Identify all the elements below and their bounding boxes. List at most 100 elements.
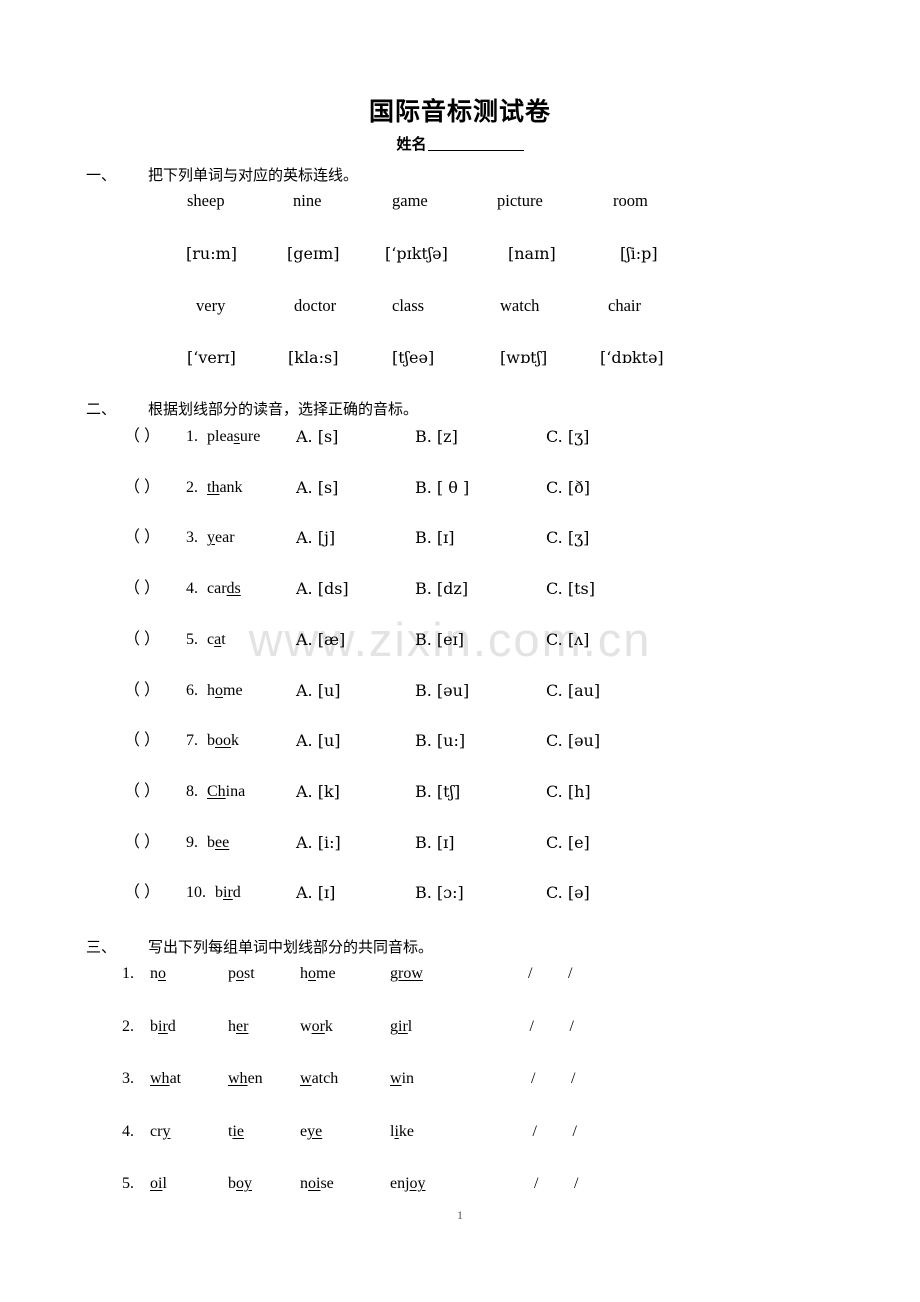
option-a[interactable]: A. [u]	[296, 733, 341, 749]
match-ipa[interactable]: [ʃi:p]	[620, 246, 658, 262]
section-1-number: 一、	[86, 166, 117, 184]
option-b[interactable]: B. [ɔ:]	[415, 885, 464, 901]
match-word[interactable]: sheep	[187, 192, 225, 210]
underlined-part: ie	[232, 1122, 244, 1140]
question-number: 3.	[186, 529, 198, 547]
match-ipa[interactable]: [‘dɒktə]	[600, 350, 664, 366]
word-suffix: d	[167, 1017, 176, 1035]
answer-bracket[interactable]: （ ）	[124, 885, 160, 901]
answer-bracket[interactable]: （ ）	[124, 733, 160, 749]
option-b[interactable]: B. [ θ ]	[415, 479, 469, 496]
option-a[interactable]: A. [i:]	[296, 834, 341, 851]
option-a[interactable]: A. [j]	[296, 530, 335, 546]
option-c[interactable]: C. [au]	[546, 682, 600, 699]
section-3-heading: 三、 写出下列每组单词中划线部分的共同音标。	[86, 936, 433, 957]
option-c[interactable]: C. [ð]	[546, 479, 590, 496]
word-prefix: b	[215, 884, 223, 902]
match-word[interactable]: watch	[500, 297, 539, 315]
option-a[interactable]: A. [ds]	[296, 581, 349, 597]
word-suffix: k	[324, 1017, 333, 1035]
option-a[interactable]: A. [æ]	[296, 631, 345, 648]
match-ipa[interactable]: [geɪm]	[287, 246, 339, 262]
word-suffix: se	[320, 1175, 334, 1193]
option-b[interactable]: B. [əu]	[415, 682, 469, 699]
word-prefix: g	[390, 1017, 398, 1035]
option-a[interactable]: A. [s]	[296, 429, 338, 445]
question-word: bird	[215, 885, 241, 901]
match-word[interactable]: doctor	[294, 297, 336, 315]
match-word[interactable]: class	[392, 297, 424, 315]
match-ipa[interactable]: [naɪn]	[508, 246, 556, 262]
word-prefix: cr	[150, 1122, 163, 1140]
group-word: no	[150, 966, 166, 982]
match-word[interactable]: game	[392, 192, 428, 210]
page-number: 1	[457, 1208, 463, 1222]
match-word[interactable]: room	[613, 192, 648, 210]
answer-slash[interactable]: /	[573, 1123, 577, 1140]
option-b[interactable]: B. [tʃ]	[415, 783, 460, 800]
answer-bracket[interactable]: （ ）	[124, 834, 160, 851]
option-a[interactable]: A. [k]	[296, 783, 340, 800]
option-b[interactable]: B. [eɪ]	[415, 631, 464, 648]
answer-slash[interactable]: /	[530, 1018, 534, 1035]
name-blank[interactable]	[427, 150, 524, 151]
question-word: China	[207, 783, 245, 800]
match-ipa[interactable]: [tʃeə]	[392, 350, 434, 366]
word-prefix: h	[228, 1017, 236, 1035]
word-suffix: en	[247, 1070, 263, 1088]
answer-slash[interactable]: /	[574, 1176, 578, 1192]
question-number: 5.	[186, 630, 198, 648]
answer-bracket[interactable]: （ ）	[124, 631, 160, 648]
match-ipa[interactable]: [‘pɪktʃə]	[385, 246, 448, 262]
answer-slash[interactable]: /	[533, 1123, 537, 1140]
option-b[interactable]: B. [z]	[415, 429, 458, 445]
word-prefix: b	[150, 1017, 158, 1035]
match-ipa[interactable]: [wɒtʃ]	[500, 350, 547, 366]
option-a[interactable]: A. [s]	[296, 479, 338, 496]
answer-bracket[interactable]: （ ）	[124, 682, 160, 699]
underlined-part: y	[207, 529, 215, 547]
option-b[interactable]: B. [u:]	[415, 733, 465, 749]
answer-slash[interactable]: /	[570, 1018, 574, 1035]
option-a[interactable]: A. [ɪ]	[296, 885, 335, 901]
answer-bracket[interactable]: （ ）	[124, 783, 160, 800]
option-c[interactable]: C. [əu]	[546, 733, 600, 749]
match-ipa[interactable]: [ru:m]	[186, 246, 237, 262]
option-c[interactable]: C. [h]	[546, 783, 591, 800]
underlined-part: ir	[223, 884, 233, 902]
group-number: 2.	[122, 1017, 134, 1035]
word-suffix: me	[316, 965, 336, 982]
option-c[interactable]: C. [ə]	[546, 885, 590, 901]
option-c[interactable]: C. [ʒ]	[546, 429, 589, 445]
answer-bracket[interactable]: （ ）	[124, 479, 160, 496]
option-c[interactable]: C. [ʒ]	[546, 530, 589, 546]
option-a[interactable]: A. [u]	[296, 682, 341, 699]
match-word[interactable]: picture	[497, 192, 543, 210]
answer-bracket[interactable]: （ ）	[124, 530, 160, 546]
group-number: 5.	[122, 1175, 134, 1193]
option-c[interactable]: C. [ʌ]	[546, 631, 589, 648]
answer-bracket[interactable]: （ ）	[124, 581, 160, 597]
match-ipa[interactable]: [‘verɪ]	[187, 350, 236, 366]
answer-slash[interactable]: /	[534, 1176, 538, 1192]
option-b[interactable]: B. [ɪ]	[415, 834, 455, 851]
word-suffix: d	[232, 884, 241, 902]
option-c[interactable]: C. [e]	[546, 834, 590, 851]
match-word[interactable]: chair	[608, 297, 641, 315]
question-word: pleasure	[207, 429, 260, 445]
underlined-part: wh	[228, 1070, 248, 1088]
option-b[interactable]: B. [ɪ]	[415, 530, 455, 546]
answer-slash[interactable]: /	[528, 966, 532, 982]
answer-bracket[interactable]: （ ）	[124, 429, 160, 445]
answer-slash[interactable]: /	[571, 1071, 575, 1087]
option-b[interactable]: B. [dz]	[415, 581, 468, 597]
underlined-part: th	[207, 478, 220, 496]
underlined-part: w	[390, 1070, 402, 1088]
match-word[interactable]: nine	[293, 192, 321, 210]
answer-slash[interactable]: /	[568, 966, 572, 982]
match-ipa[interactable]: [kla:s]	[288, 350, 338, 366]
option-c[interactable]: C. [ts]	[546, 581, 595, 597]
answer-slash[interactable]: /	[531, 1071, 535, 1087]
match-word[interactable]: very	[196, 297, 225, 315]
section-1-heading: 一、 把下列单词与对应的英标连线。	[86, 164, 358, 185]
